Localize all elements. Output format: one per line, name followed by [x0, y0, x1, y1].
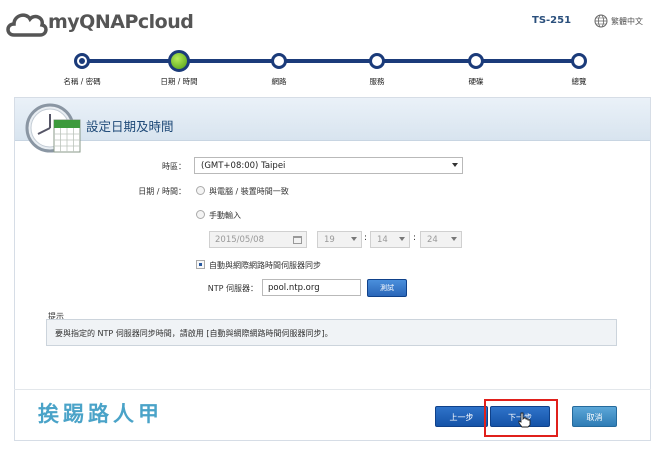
time-separator: :: [413, 233, 417, 243]
step-dot-summary: [571, 53, 587, 69]
sync-pc-option-label: 與電腦 / 裝置時間一致: [209, 187, 289, 196]
time-separator: :: [364, 233, 368, 243]
cloud-logo-icon: [6, 13, 48, 37]
chevron-down-icon: [351, 237, 357, 241]
manual-option-label: 手動輸入: [209, 211, 241, 220]
footer-divider: [14, 389, 651, 390]
globe-icon[interactable]: [594, 14, 608, 28]
ntp-sync-checkbox[interactable]: [196, 260, 205, 269]
clock-calendar-icon: [25, 103, 81, 153]
hint-text: 要與指定的 NTP 伺服器同步時間，請啟用 [自動與網際網路時間伺服器同步]。: [55, 329, 333, 338]
timezone-select[interactable]: (GMT+08:00) Taipei: [194, 157, 463, 174]
second-select[interactable]: 24: [420, 231, 462, 248]
step-dot-disks: [468, 53, 484, 69]
minute-value: 14: [377, 235, 388, 245]
step-dot-name-password: [74, 53, 90, 69]
hand-cursor-icon: [518, 412, 531, 428]
step-label-disks: 硬碟: [468, 77, 484, 86]
panel-title: 設定日期及時間: [86, 119, 174, 134]
step-label-services: 服務: [369, 77, 385, 86]
prev-button[interactable]: 上一步: [435, 406, 488, 427]
chevron-down-icon: [452, 163, 458, 167]
chevron-down-icon: [451, 237, 457, 241]
date-input[interactable]: 2015/05/08: [209, 231, 307, 248]
hour-select[interactable]: 19: [317, 231, 362, 248]
step-label-date-time: 日期 / 時間: [160, 77, 198, 86]
datetime-label: 日期 / 時間：: [138, 187, 186, 196]
sync-pc-radio[interactable]: [196, 186, 205, 195]
watermark: 挨踢路人甲: [38, 401, 163, 426]
timezone-value: (GMT+08:00) Taipei: [201, 161, 286, 171]
ntp-sync-option-label: 自動與網際網路時間伺服器同步: [209, 261, 321, 270]
device-name: TS-251: [532, 15, 572, 26]
hint-box: 要與指定的 NTP 伺服器同步時間，請啟用 [自動與網際網路時間伺服器同步]。: [46, 319, 617, 346]
language-selector[interactable]: 繁體中文: [611, 16, 643, 27]
timezone-label: 時區：: [162, 162, 186, 171]
test-button[interactable]: 測試: [367, 279, 407, 297]
step-dot-date-time: [168, 50, 190, 72]
hour-value: 19: [324, 235, 335, 245]
manual-radio[interactable]: [196, 210, 205, 219]
step-label-summary: 總覽: [571, 77, 587, 86]
chevron-down-icon: [399, 237, 405, 241]
calendar-icon[interactable]: [293, 236, 302, 244]
step-label-name-password: 名稱 / 密碼: [63, 77, 101, 86]
top-header: myQNAPcloud TS-251 繁體中文: [0, 0, 660, 48]
minute-select[interactable]: 14: [370, 231, 410, 248]
step-dot-network: [271, 53, 287, 69]
date-value: 2015/05/08: [215, 235, 264, 245]
ntp-server-label: NTP 伺服器：: [207, 284, 258, 293]
cancel-button[interactable]: 取消: [572, 406, 617, 427]
wizard-progress-line: [82, 59, 580, 63]
app-logo: myQNAPcloud: [48, 11, 194, 33]
second-value: 24: [427, 235, 438, 245]
step-dot-services: [369, 53, 385, 69]
ntp-server-input[interactable]: pool.ntp.org: [262, 279, 361, 296]
step-label-network: 網路: [271, 77, 287, 86]
